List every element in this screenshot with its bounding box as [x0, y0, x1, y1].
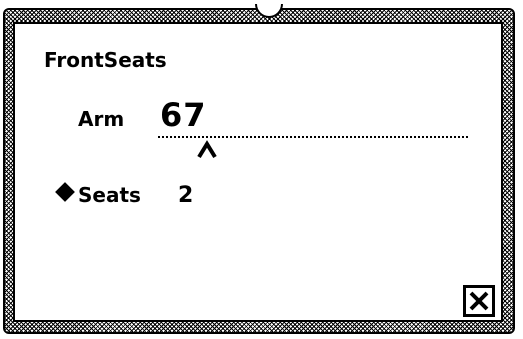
seats-label[interactable]: Seats	[78, 183, 141, 207]
arm-field-value[interactable]: 67	[160, 96, 207, 134]
close-x-icon	[469, 291, 489, 311]
arm-field-label: Arm	[78, 107, 125, 131]
dialog-title: FrontSeats	[44, 48, 167, 72]
seats-value[interactable]: 2	[178, 183, 193, 208]
close-box-icon[interactable]	[463, 285, 495, 317]
insertion-caret-icon	[197, 140, 217, 159]
